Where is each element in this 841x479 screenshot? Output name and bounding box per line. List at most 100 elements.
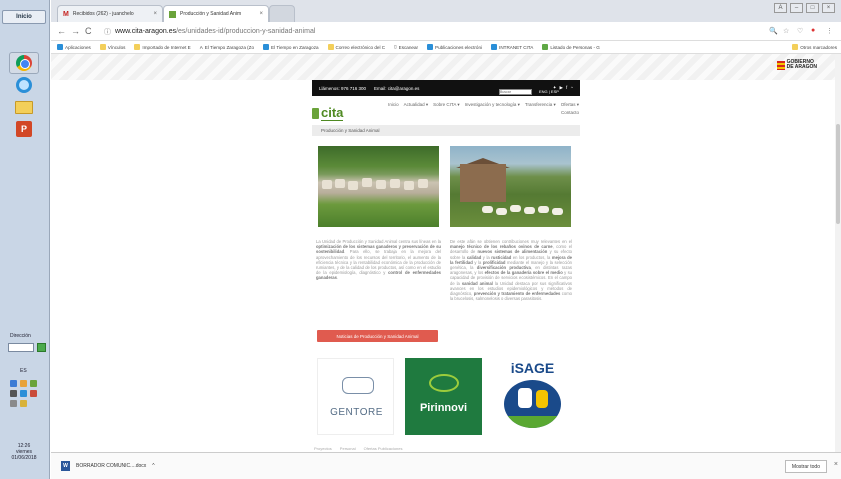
network-icon[interactable] — [10, 380, 17, 387]
cita-logo[interactable]: cita — [312, 105, 344, 121]
cow-shape — [376, 180, 386, 189]
chrome-icon — [16, 55, 32, 71]
site-header-band: GOBIERNO DE ARAGON — [51, 54, 841, 80]
news-button[interactable]: Noticias de Producción y Sanidad Animal — [317, 330, 438, 342]
system-clock[interactable]: 12:26 viernes 01/06/2018 — [4, 443, 44, 461]
isage-logo[interactable]: iSAGE — [494, 358, 571, 435]
email-link[interactable]: Email: cita@aragon.es — [374, 86, 419, 91]
scroll-thumb[interactable] — [836, 124, 840, 224]
bookmark-star-icon[interactable]: ☆ — [783, 27, 789, 35]
page-title: Producción y Sanidad Animal — [321, 128, 380, 133]
close-icon[interactable]: × — [259, 11, 263, 17]
bookmark-link[interactable]: El Tiempo en Zaragoza — [263, 44, 319, 50]
tab-cita[interactable]: Producción y Sanidad Anim × — [163, 5, 269, 22]
bluetooth-icon[interactable] — [20, 390, 27, 397]
back-icon[interactable]: ← — [57, 26, 66, 36]
download-file-name[interactable]: BORRADOR COMUNIC....docx — [76, 463, 146, 469]
sheep-shape — [538, 206, 549, 213]
start-button[interactable]: Inicio — [2, 10, 46, 24]
site-search-input[interactable]: Buscar — [499, 89, 532, 95]
reload-icon[interactable]: C — [85, 26, 92, 36]
chrome-window: M Recibidos (262) - juanchelo × Producci… — [51, 0, 841, 479]
youtube-icon[interactable]: ▶ — [560, 85, 563, 91]
close-icon[interactable]: × — [834, 461, 838, 468]
page-icon: A — [199, 44, 203, 50]
antivirus-icon[interactable] — [20, 380, 27, 387]
footer-link[interactable]: Proyectos — [314, 446, 332, 451]
apps-icon — [57, 44, 63, 50]
cow-shape — [404, 181, 414, 190]
maximize-icon[interactable]: □ — [806, 3, 819, 13]
extension-icon[interactable]: ♡ — [797, 27, 803, 35]
sheep-shape — [552, 208, 563, 215]
address-bar[interactable]: ⓘ www.cita-aragon.es/es/unidades-id/prod… — [104, 25, 744, 38]
nav-sobre-cita[interactable]: Sobre CITA ▾ — [433, 102, 459, 108]
bookmark-link[interactable]: Correo electrónico del C — [327, 44, 385, 50]
close-icon[interactable]: × — [153, 11, 157, 17]
bookmark-folder[interactable]: Importado de Internet E — [134, 44, 191, 50]
display-icon[interactable] — [10, 390, 17, 397]
show-all-downloads-button[interactable]: Mostrar todo — [784, 460, 827, 473]
adblock-icon[interactable]: ● — [811, 27, 815, 34]
taskbar-powerpoint-button[interactable]: P — [9, 118, 39, 140]
language-indicator[interactable]: ES — [20, 368, 27, 374]
taskbar-explorer-button[interactable] — [9, 96, 39, 118]
bookmark-link[interactable]: Listado de Personas - G — [542, 44, 600, 50]
weather-icon — [263, 44, 270, 50]
nav-inicio[interactable]: Inicio — [388, 102, 399, 108]
bookmark-link[interactable]: A El Tiempo Zaragoza (Zo — [200, 45, 254, 50]
gov-logo-text: GOBIERNO DE ARAGON — [786, 59, 817, 70]
bookmark-link[interactable]: ▯ Escanear — [394, 44, 418, 50]
rss-icon[interactable]: ◔ — [570, 85, 573, 91]
bookmark-other[interactable]: Otros marcadores — [792, 44, 837, 50]
gentore-logo[interactable]: GENTORE — [317, 358, 394, 435]
minimize-icon[interactable]: – — [790, 3, 803, 13]
user-icon[interactable]: A — [774, 3, 787, 13]
main-navigation: Inicio Actualidad ▾ Sobre CITA ▾ Investi… — [367, 102, 579, 115]
address-go-button[interactable] — [37, 343, 46, 352]
security-icon[interactable] — [30, 380, 37, 387]
new-tab-button[interactable] — [269, 5, 295, 22]
cita-mark-icon — [312, 107, 319, 119]
nav-investigacion[interactable]: Investigación y tecnología ▾ — [465, 102, 520, 108]
gobierno-aragon-logo[interactable]: GOBIERNO DE ARAGON — [776, 59, 817, 70]
footer-link[interactable]: Ofertas Publicaciones — [364, 446, 403, 451]
update-icon[interactable] — [30, 390, 37, 397]
page-scrollbar[interactable] — [835, 54, 841, 452]
list-icon — [542, 44, 549, 50]
forward-icon[interactable]: → — [71, 26, 80, 36]
tab-strip: M Recibidos (262) - juanchelo × Producci… — [51, 0, 841, 22]
taskbar-ie-button[interactable] — [9, 74, 39, 96]
chevron-up-icon[interactable]: ^ — [152, 463, 154, 469]
taskbar-chrome-button[interactable] — [9, 52, 39, 74]
address-toolbar-input[interactable] — [8, 343, 34, 352]
nav-contacto[interactable]: Contacto — [561, 110, 579, 115]
power-icon[interactable] — [20, 400, 27, 407]
bookmark-folder[interactable]: Vínculos — [99, 44, 125, 50]
phone-text: Llámenos: 976 716 300 — [319, 85, 367, 91]
cattle-photo — [318, 146, 439, 227]
nav-actualidad[interactable]: Actualidad ▾ — [404, 102, 429, 108]
cow-shape — [335, 179, 345, 188]
footer-link[interactable]: Personal — [340, 446, 356, 451]
bookmark-apps[interactable]: Aplicaciones — [57, 44, 91, 50]
nav-transferencia[interactable]: Transferencia ▾ — [525, 102, 556, 108]
language-switch[interactable]: ENG | ESP — [539, 89, 559, 94]
grass-shape — [504, 416, 561, 428]
cow-shape — [390, 179, 400, 188]
search-icon[interactable]: 🔍 — [769, 27, 778, 35]
window-controls: A – □ × — [774, 3, 835, 13]
gentore-logo-text: GENTORE — [330, 407, 383, 418]
volume-icon[interactable] — [10, 400, 17, 407]
pirinnovi-logo[interactable]: Pirinnovi — [405, 358, 482, 435]
bookmark-link[interactable]: Publicaciones electróni — [427, 44, 482, 50]
info-icon[interactable]: ⓘ — [104, 27, 111, 37]
facebook-icon[interactable]: f — [566, 85, 567, 91]
folder-icon — [792, 44, 799, 50]
close-window-icon[interactable]: × — [822, 3, 835, 13]
bookmark-link[interactable]: INTRANET CITA — [491, 44, 533, 50]
nav-ofertas[interactable]: Ofertas ▾ — [561, 102, 579, 108]
menu-icon[interactable]: ⋮ — [826, 27, 833, 35]
tab-gmail[interactable]: M Recibidos (262) - juanchelo × — [57, 5, 163, 22]
cow-shape — [322, 180, 332, 189]
